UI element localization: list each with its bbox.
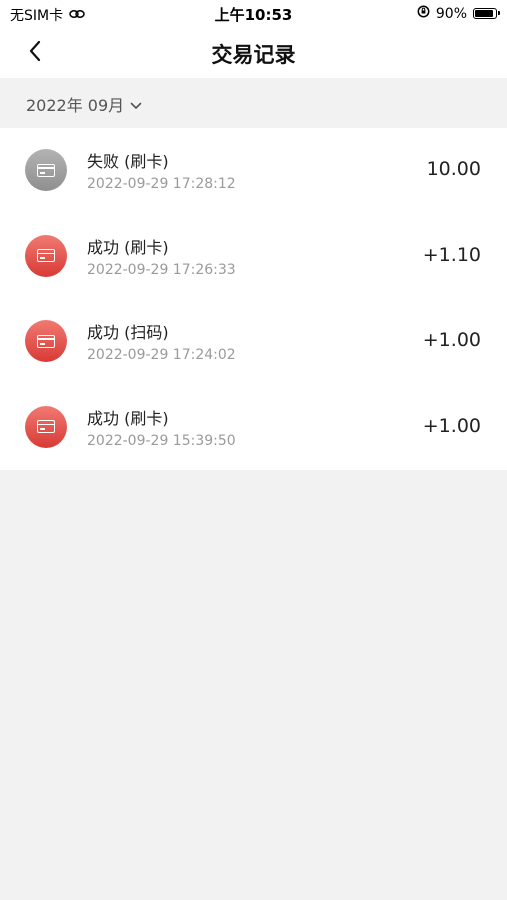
record-title: 成功 (刷卡) — [87, 237, 169, 257]
list-item[interactable]: 成功 (刷卡) 2022-09-29 17:26:33 +1.10 — [0, 214, 507, 300]
card-icon — [25, 234, 67, 277]
month-filter-bar: 2022年 09月 — [0, 78, 507, 128]
month-selector[interactable]: 2022年 09月 — [26, 92, 142, 116]
list-item[interactable]: 失败 (刷卡) 2022-09-29 17:28:12 10.00 — [0, 128, 507, 214]
record-amount: +1.00 — [422, 414, 481, 437]
month-label: 2022年 09月 — [26, 96, 125, 115]
record-amount: +1.00 — [422, 329, 481, 351]
page-title: 交易记录 — [211, 43, 296, 67]
status-bar: 无SIM卡 上午10:53 90% — [0, 0, 507, 28]
battery-fill — [475, 10, 493, 17]
record-title: 成功 (扫码) — [87, 323, 169, 342]
battery-percent: 90% — [435, 5, 467, 22]
record-title: 失败 (刷卡) — [87, 152, 169, 171]
record-title: 成功 (刷卡) — [87, 408, 169, 428]
nav-bar: 交易记录 — [0, 28, 507, 78]
screen: 无SIM卡 上午10:53 90% 交易记录 2022年 09月 失败 (刷卡)… — [0, 0, 507, 900]
record-time: 2022-09-29 17:24:02 — [87, 347, 236, 363]
record-time: 2022-09-29 17:28:12 — [87, 176, 236, 192]
record-list: 失败 (刷卡) 2022-09-29 17:28:12 10.00 成功 (刷卡… — [0, 128, 507, 470]
chevron-down-icon — [130, 95, 142, 114]
record-amount: +1.10 — [422, 243, 481, 266]
card-icon — [25, 149, 67, 191]
list-item[interactable]: 成功 (扫码) 2022-09-29 17:24:02 +1.00 — [0, 299, 507, 385]
card-icon — [25, 320, 67, 362]
card-icon — [25, 405, 67, 448]
list-item[interactable]: 成功 (刷卡) 2022-09-29 15:39:50 +1.00 — [0, 385, 507, 471]
orientation-lock-icon — [417, 5, 430, 22]
record-amount: 10.00 — [426, 158, 481, 180]
battery-icon — [473, 8, 500, 19]
status-right: 90% — [417, 5, 500, 22]
record-time: 2022-09-29 15:39:50 — [87, 432, 236, 449]
record-time: 2022-09-29 17:26:33 — [87, 261, 236, 278]
